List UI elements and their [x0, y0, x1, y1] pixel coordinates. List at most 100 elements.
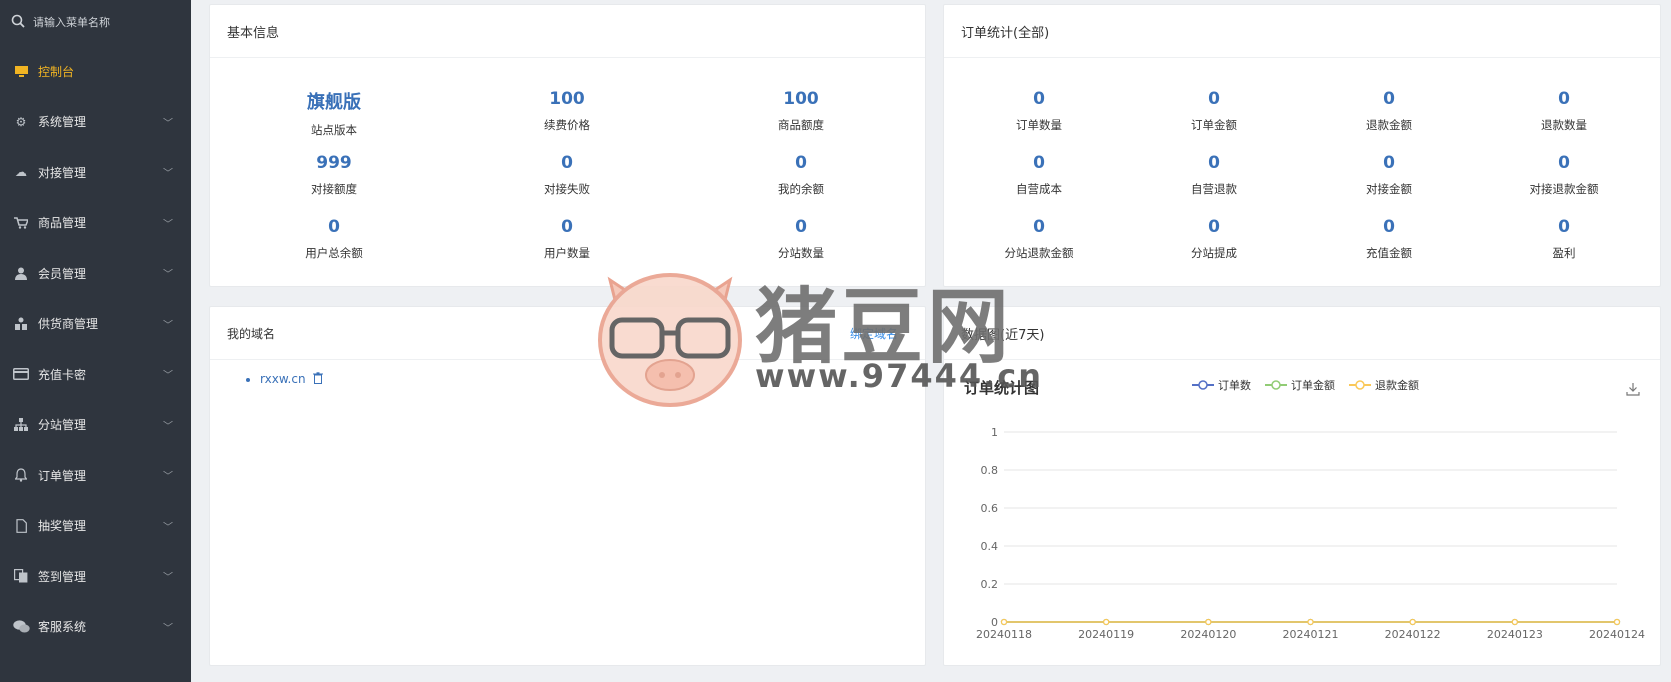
- stat-value: 旗舰版: [307, 92, 361, 113]
- data-point[interactable]: [1409, 618, 1416, 626]
- stat-label: 退款数量: [1541, 118, 1587, 132]
- sidebar-item-checkin[interactable]: 签到管理 ﹀: [0, 551, 191, 602]
- stat-label: 我的余额: [778, 182, 824, 196]
- stat-value: 0: [1033, 153, 1045, 173]
- stat-value: 0: [1383, 89, 1395, 109]
- stat-value: 0: [1033, 217, 1045, 237]
- data-point[interactable]: [1205, 618, 1212, 626]
- stat-value: 0: [1383, 153, 1395, 173]
- stat-label: 分站提成: [1191, 246, 1237, 260]
- order-stats-card: 订单统计(全部) 0 订单数量 0 订单金额 0 退款金额 0 退款数量 0 自营成本 0…: [943, 4, 1661, 287]
- stat-order-count: 0 订单数量: [1016, 89, 1062, 133]
- stat-value: 0: [795, 217, 807, 237]
- sidebar-item-substations[interactable]: 分站管理 ﹀: [0, 400, 191, 451]
- card-title: 我的域名: [210, 307, 925, 360]
- domain-link[interactable]: rxxw.cn: [260, 372, 306, 386]
- sidebar-item-label: 对接管理: [38, 165, 87, 180]
- supplier-icon: [12, 317, 30, 331]
- stat-label: 订单数量: [1016, 118, 1062, 132]
- stat-substation-refund: 0 分站退款金额: [1005, 217, 1074, 261]
- trash-icon[interactable]: [313, 372, 324, 387]
- data-point[interactable]: [1000, 618, 1008, 626]
- sidebar: 请输入菜单名称 控制台 ⚙ 系统管理 ﹀ ☁ 对接管理 ﹀ 商品管理 ﹀ 会员管…: [0, 0, 191, 682]
- bind-domain-link[interactable]: 绑定域名: [850, 325, 898, 342]
- card-title: 订单统计(全部): [944, 5, 1660, 58]
- sidebar-item-dashboard[interactable]: 控制台: [0, 46, 191, 97]
- menu-search[interactable]: 请输入菜单名称: [0, 0, 191, 44]
- sidebar-item-customer-service[interactable]: 客服系统 ﹀: [0, 602, 191, 653]
- stat-my-balance: 0 我的余额: [778, 153, 824, 197]
- monitor-icon: [12, 65, 30, 77]
- stat-label: 对接退款金额: [1529, 182, 1599, 196]
- domain-list: rxxw.cn: [244, 372, 324, 387]
- stat-label: 续费价格: [544, 118, 590, 132]
- stat-substation-count: 0 分站数量: [778, 217, 824, 261]
- bell-icon: [12, 468, 30, 482]
- y-tick-label: 1: [991, 426, 998, 439]
- card-title: 基本信息: [210, 5, 925, 58]
- stat-docking-amount: 0 对接金额: [1366, 153, 1412, 197]
- data-point[interactable]: [1511, 618, 1518, 626]
- stat-label: 充值金额: [1366, 246, 1412, 260]
- sidebar-item-label: 签到管理: [38, 569, 87, 584]
- stat-profit: 0 盈利: [1553, 217, 1576, 261]
- stat-refund-count: 0 退款数量: [1541, 89, 1587, 133]
- sidebar-item-recharge-cards[interactable]: 充值卡密 ﹀: [0, 349, 191, 400]
- stat-label: 分站数量: [778, 246, 824, 260]
- stat-label: 站点版本: [311, 123, 357, 137]
- stat-site-version: 旗舰版 站点版本: [307, 88, 361, 138]
- stat-docking-quota: 999 对接额度: [311, 153, 357, 197]
- sidebar-item-label: 系统管理: [38, 115, 87, 130]
- x-tick-label: 20240119: [1078, 628, 1134, 641]
- sidebar-item-products[interactable]: 商品管理 ﹀: [0, 198, 191, 249]
- stat-renew-price: 100 续费价格: [544, 89, 590, 133]
- file-icon: [12, 518, 30, 533]
- y-tick-label: 0.2: [981, 578, 999, 591]
- stat-value: 999: [316, 153, 352, 173]
- chevron-down-icon: ﹀: [163, 219, 173, 231]
- sidebar-item-label: 控制台: [38, 64, 75, 79]
- stat-value: 0: [1208, 89, 1220, 109]
- sitemap-icon: [12, 418, 30, 432]
- stat-label: 对接金额: [1366, 182, 1412, 196]
- stat-value: 0: [561, 153, 573, 173]
- cloud-icon: ☁: [15, 165, 27, 180]
- stat-value: 0: [1208, 153, 1220, 173]
- data-point[interactable]: [1103, 618, 1110, 626]
- y-tick-label: 0.4: [981, 540, 999, 553]
- stat-recharge-amount: 0 充值金额: [1366, 217, 1412, 261]
- x-tick-label: 20240118: [976, 628, 1032, 641]
- x-tick-label: 20240120: [1180, 628, 1236, 641]
- stat-refund-amount: 0 退款金额: [1366, 89, 1412, 133]
- sidebar-item-label: 订单管理: [38, 468, 87, 483]
- chevron-down-icon: ﹀: [163, 320, 173, 332]
- chevron-down-icon: ﹀: [163, 623, 173, 635]
- data-point[interactable]: [1613, 618, 1621, 626]
- stat-self-cost: 0 自营成本: [1016, 153, 1062, 197]
- stat-label: 盈利: [1552, 246, 1576, 260]
- sidebar-item-members[interactable]: 会员管理 ﹀: [0, 248, 191, 299]
- sidebar-item-lottery[interactable]: 抽奖管理 ﹀: [0, 501, 191, 552]
- stat-value: 0: [561, 217, 573, 237]
- stat-label: 对接失败: [544, 182, 590, 196]
- stat-label: 商品额度: [778, 118, 824, 132]
- chevron-down-icon: ﹀: [163, 370, 173, 382]
- stat-label: 用户总余额: [305, 246, 363, 260]
- chevron-down-icon: ﹀: [163, 421, 173, 433]
- chevron-down-icon: ﹀: [163, 572, 173, 584]
- stat-user-total-balance: 0 用户总余额: [305, 217, 363, 261]
- data-chart-card: 数据图(近7天) 订单统计图 订单数 订单金额 退款金额 0 0.2 0.4 0.6 0…: [943, 306, 1661, 666]
- stat-value: 0: [1383, 217, 1395, 237]
- sidebar-item-suppliers[interactable]: 供货商管理 ﹀: [0, 299, 191, 350]
- card-icon: [12, 368, 30, 381]
- sidebar-item-system[interactable]: ⚙ 系统管理 ﹀: [0, 97, 191, 148]
- stat-label: 订单金额: [1191, 118, 1237, 132]
- data-point[interactable]: [1307, 618, 1314, 626]
- x-tick-label: 20240122: [1385, 628, 1441, 641]
- stat-docking-refund-amount: 0 对接退款金额: [1530, 153, 1599, 197]
- y-tick-label: 0.8: [981, 464, 999, 477]
- sidebar-item-label: 供货商管理: [38, 317, 99, 332]
- sidebar-item-orders[interactable]: 订单管理 ﹀: [0, 450, 191, 501]
- sidebar-item-label: 客服系统: [38, 620, 87, 635]
- sidebar-item-docking[interactable]: ☁ 对接管理 ﹀: [0, 147, 191, 198]
